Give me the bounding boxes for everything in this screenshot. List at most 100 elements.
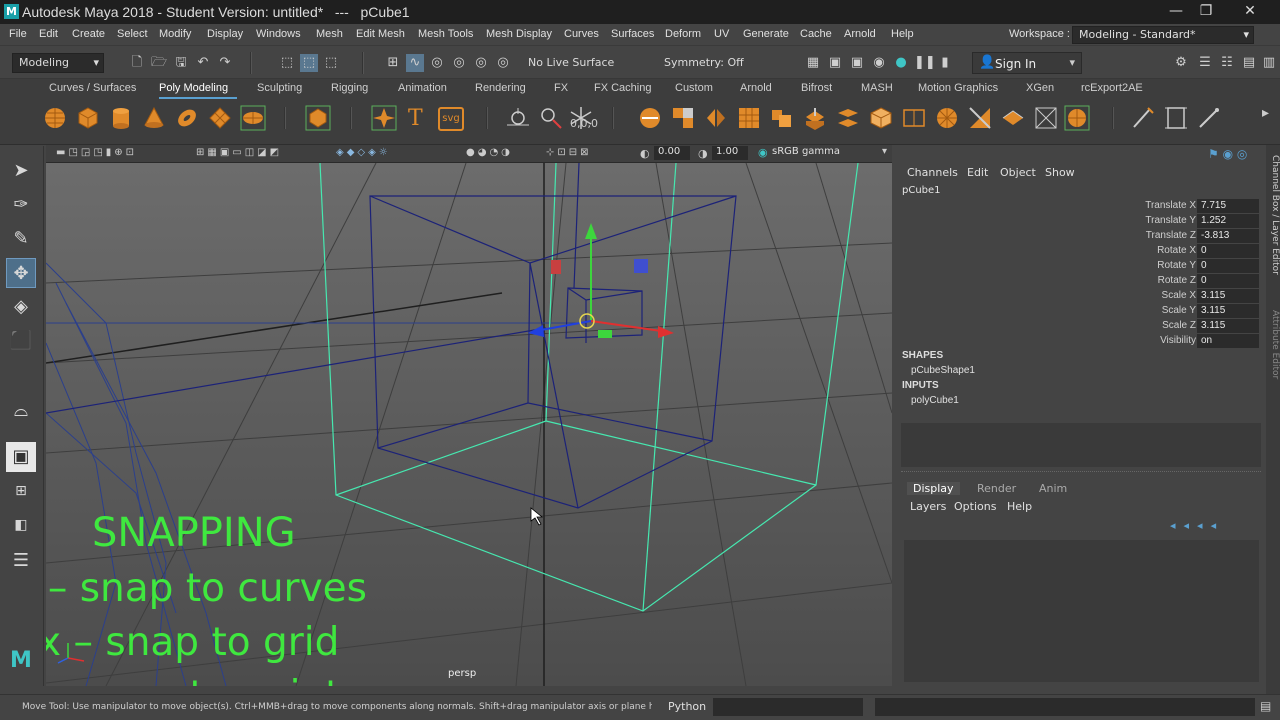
shelf-tab-mash[interactable]: MASH	[861, 82, 893, 94]
layer-menu-options[interactable]: Options	[954, 500, 996, 513]
layer-menu-help[interactable]: Help	[1007, 500, 1032, 513]
connect-icon[interactable]	[1000, 105, 1026, 131]
channel-box-side-tab[interactable]: Channel Box / Layer Editor	[1266, 155, 1280, 285]
menu-uv[interactable]: UV	[714, 28, 729, 40]
color-management-icon[interactable]: ◉	[758, 146, 768, 159]
attr-value-scale-x[interactable]: 3.115	[1197, 289, 1259, 303]
command-line-input[interactable]	[713, 698, 863, 716]
mirror-icon[interactable]	[703, 105, 729, 131]
shelf-tab-custom[interactable]: Custom	[675, 82, 713, 94]
scale-tool-icon[interactable]: ⬛	[6, 326, 36, 356]
arnold-render-icon[interactable]: ●	[892, 54, 910, 72]
panel-menu-icons[interactable]: ▬◳◲◳▮⊕⊡	[56, 147, 137, 158]
snap-point-icon[interactable]: ◎	[428, 54, 446, 72]
menu-modify[interactable]: Modify	[159, 28, 191, 40]
menu-generate[interactable]: Generate	[743, 28, 789, 40]
render-settings-icon[interactable]: ▦	[804, 54, 822, 72]
grid-display-icons[interactable]: ⊞▦▣▭◫◪◩	[196, 147, 282, 158]
shelf-scroll-icon[interactable]: ▸	[1262, 105, 1269, 121]
hypershade-icon[interactable]: ◉	[870, 54, 888, 72]
shelf-tab-poly-modeling[interactable]: Poly Modeling	[159, 82, 228, 94]
shelf-tab-animation[interactable]: Animation	[398, 82, 447, 94]
workspace-dropdown[interactable]: Modeling - Standard* ▾	[1072, 26, 1254, 44]
save-scene-icon[interactable]: 🖫	[172, 54, 190, 72]
menu-cache[interactable]: Cache	[800, 28, 832, 40]
poly-platonic-icon[interactable]	[305, 105, 331, 131]
sign-in-button[interactable]: 👤 Sign In ▾	[972, 52, 1082, 74]
cb-menu-edit[interactable]: Edit	[967, 166, 988, 179]
menu-file[interactable]: File	[9, 28, 27, 40]
attr-value-scale-z[interactable]: 3.115	[1197, 319, 1259, 333]
menu-windows[interactable]: Windows	[256, 28, 301, 40]
paint-select-icon[interactable]: ✎	[6, 224, 36, 254]
menu-help[interactable]: Help	[891, 28, 914, 40]
snap-grid-icon[interactable]: ⊞	[384, 54, 402, 72]
menu-curves[interactable]: Curves	[564, 28, 599, 40]
open-scene-icon[interactable]: 🗁	[150, 54, 168, 72]
shelf-tab-bifrost[interactable]: Bifrost	[801, 82, 832, 94]
poly-sphere-icon[interactable]	[42, 105, 68, 131]
menu-mesh-tools[interactable]: Mesh Tools	[418, 28, 473, 40]
attr-value-scale-y[interactable]: 3.115	[1197, 304, 1259, 318]
select-component-icon[interactable]: ⬚	[322, 54, 340, 72]
smooth-mesh-icon[interactable]	[736, 105, 762, 131]
select-tool-icon[interactable]: ➤	[6, 156, 36, 186]
rotate-tool-icon[interactable]: ◈	[6, 292, 36, 322]
attr-value-rotate-y[interactable]: 0	[1197, 259, 1259, 273]
separate-icon[interactable]	[670, 105, 696, 131]
shape-node[interactable]: pCubeShape1	[911, 365, 975, 376]
select-object-icon[interactable]: ⬚	[300, 54, 318, 72]
menu-arnold[interactable]: Arnold	[844, 28, 876, 40]
extrude-icon[interactable]	[802, 105, 828, 131]
cb-menu-channels[interactable]: Channels	[907, 166, 958, 179]
menu-mesh-display[interactable]: Mesh Display	[486, 28, 552, 40]
brush-tool-icon[interactable]	[1196, 105, 1222, 131]
type-tool-icon[interactable]: T	[408, 106, 423, 131]
four-view-layout-icon[interactable]: ⊞	[6, 476, 36, 506]
symmetry-label[interactable]: Symmetry: Off	[664, 56, 744, 69]
transform-icon[interactable]	[1163, 105, 1189, 131]
menu-select[interactable]: Select	[117, 28, 148, 40]
multi-cut-icon[interactable]	[934, 105, 960, 131]
bevel-icon[interactable]	[868, 105, 894, 131]
shelf-tab-rigging[interactable]: Rigging	[331, 82, 368, 94]
layer-list[interactable]	[904, 540, 1259, 682]
shelf-tab-curves-surfaces[interactable]: Curves / Surfaces	[49, 82, 136, 94]
layout-toggle-icon[interactable]: ▥	[1260, 54, 1278, 72]
poly-cone-icon[interactable]	[141, 105, 167, 131]
super-shape-icon[interactable]	[371, 105, 397, 131]
attribute-editor-toggle-icon[interactable]: ☰	[1196, 54, 1214, 72]
snap-curve-icon[interactable]: ∿	[406, 54, 424, 72]
stop-icon[interactable]: ▮	[936, 54, 954, 72]
new-scene-icon[interactable]: 🗋	[128, 54, 146, 72]
close-button[interactable]: ✕	[1230, 0, 1270, 22]
two-view-layout-icon[interactable]: ◧	[6, 510, 36, 540]
shelf-tab-rendering[interactable]: Rendering	[475, 82, 526, 94]
modeling-toolkit-icon[interactable]: ⚙	[1172, 54, 1190, 72]
shading-icons[interactable]: ◈◆◇◈☼	[336, 147, 391, 158]
lighting-icons[interactable]: ●◕◔◑	[466, 147, 513, 158]
outliner-layout-icon[interactable]: ☰	[6, 546, 36, 576]
render-frame-icon[interactable]: ▣	[826, 54, 844, 72]
move-tool-icon[interactable]: ✥	[6, 258, 36, 288]
menu-edit-mesh[interactable]: Edit Mesh	[356, 28, 405, 40]
redo-icon[interactable]: ↷	[216, 54, 234, 72]
channel-box-toggle-icon[interactable]: ▤	[1240, 54, 1258, 72]
insert-edge-loop-icon[interactable]	[901, 105, 927, 131]
layer-tab-render[interactable]: Render	[977, 482, 1016, 495]
maximize-button[interactable]: ❐	[1186, 0, 1226, 22]
attribute-editor-side-tab[interactable]: Attribute Editor	[1266, 310, 1280, 390]
menu-display[interactable]: Display	[207, 28, 243, 40]
menu-mesh[interactable]: Mesh	[316, 28, 343, 40]
shelf-tab-arnold[interactable]: Arnold	[740, 82, 772, 94]
shelf-tab-fx[interactable]: FX	[554, 82, 568, 94]
live-surface-label[interactable]: No Live Surface	[528, 56, 614, 69]
exposure-field[interactable]: 0.00	[654, 146, 690, 160]
attr-value-rotate-x[interactable]: 0	[1197, 244, 1259, 258]
poly-disc-icon[interactable]	[240, 105, 266, 131]
tool-settings-toggle-icon[interactable]: ☷	[1218, 54, 1236, 72]
cb-menu-object[interactable]: Object	[1000, 166, 1036, 179]
isolate-icons[interactable]: ⊹⊡⊟⊠	[546, 147, 592, 158]
channel-box-icons[interactable]: ⚑ ◉ ◎	[1208, 147, 1247, 161]
layer-tab-anim[interactable]: Anim	[1039, 482, 1067, 495]
